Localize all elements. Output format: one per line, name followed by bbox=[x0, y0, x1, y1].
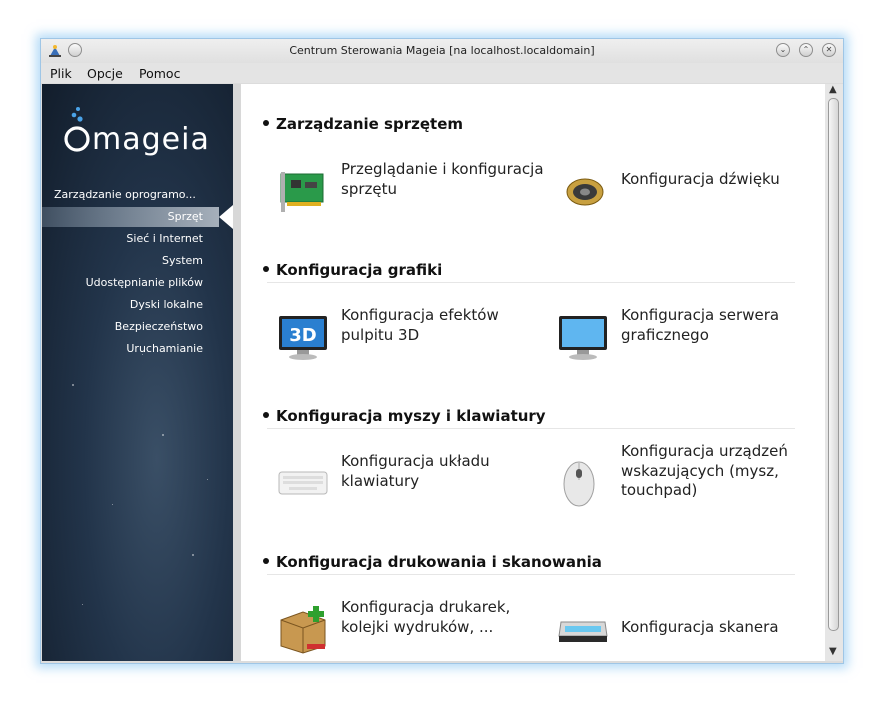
item-pointing-devices[interactable]: Konfiguracja urządzeń wskazujących (mysz… bbox=[557, 442, 825, 522]
mouse-icon bbox=[563, 461, 595, 507]
close-icon[interactable]: ✕ bbox=[822, 43, 836, 57]
item-label: Konfiguracja efektów pulpitu 3D bbox=[341, 306, 499, 344]
bullet-icon bbox=[263, 557, 269, 564]
bullet-icon bbox=[263, 411, 269, 418]
section-divider bbox=[267, 282, 795, 283]
section-title-mouse-keyboard: Konfiguracja myszy i klawiatury bbox=[263, 407, 546, 425]
star-decoration bbox=[207, 479, 208, 480]
item-label: Konfiguracja drukarek, kolejki wydruków,… bbox=[341, 598, 511, 636]
section-divider bbox=[267, 574, 795, 575]
star-decoration bbox=[112, 504, 113, 505]
section-title-text: Zarządzanie sprzętem bbox=[276, 115, 463, 133]
item-label: Konfiguracja urządzeń wskazujących (mysz… bbox=[621, 442, 788, 499]
speaker-icon bbox=[566, 178, 604, 206]
bullet-icon bbox=[263, 265, 269, 272]
window-title: Centrum Sterowania Mageia [na localhost.… bbox=[289, 44, 595, 57]
menu-options[interactable]: Opcje bbox=[87, 66, 123, 81]
section-title-text: Konfiguracja drukowania i skanowania bbox=[276, 553, 602, 571]
menu-help[interactable]: Pomoc bbox=[139, 66, 180, 81]
item-printer-config[interactable]: Konfiguracja drukarek, kolejki wydruków,… bbox=[277, 598, 547, 661]
title-bar[interactable]: Centrum Sterowania Mageia [na localhost.… bbox=[41, 39, 843, 63]
sidebar-item-software[interactable]: Zarządzanie oprogramo... bbox=[54, 188, 196, 201]
item-label: Konfiguracja skanera bbox=[621, 618, 779, 636]
star-decoration bbox=[192, 554, 194, 556]
section-title-graphics: Konfiguracja grafiki bbox=[263, 261, 442, 279]
mcc-window: Centrum Sterowania Mageia [na localhost.… bbox=[40, 38, 844, 664]
sidebar-splitter[interactable] bbox=[233, 84, 241, 661]
item-scanner-config[interactable]: Konfiguracja skanera bbox=[557, 598, 825, 661]
sidebar-item-network[interactable]: Sieć i Internet bbox=[126, 232, 203, 245]
minimize-icon[interactable]: ⌄ bbox=[776, 43, 790, 57]
sidebar-item-sharing[interactable]: Udostępnianie plików bbox=[86, 276, 203, 289]
content-panel: Zarządzanie sprzętem Przeglądanie i konf… bbox=[241, 84, 825, 661]
section-title-printing: Konfiguracja drukowania i skanowania bbox=[263, 553, 602, 571]
star-decoration bbox=[72, 384, 74, 386]
item-label: Konfiguracja układu klawiatury bbox=[341, 452, 490, 490]
section-title-text: Konfiguracja myszy i klawiatury bbox=[276, 407, 546, 425]
sidebar-item-hardware[interactable]: Sprzęt bbox=[168, 210, 203, 223]
item-label: Przeglądanie i konfiguracja sprzętu bbox=[341, 160, 544, 198]
printer-package-icon bbox=[280, 606, 326, 654]
sidebar-item-security[interactable]: Bezpieczeństwo bbox=[115, 320, 203, 333]
vertical-scrollbar[interactable]: ▲ ▼ bbox=[825, 84, 843, 661]
3d-monitor-icon: 3D bbox=[279, 316, 327, 360]
sidebar-item-system[interactable]: System bbox=[162, 254, 203, 267]
item-graphics-server[interactable]: Konfiguracja serwera graficznego bbox=[557, 306, 825, 370]
star-decoration bbox=[162, 434, 164, 436]
scroll-thumb[interactable] bbox=[828, 98, 839, 631]
section-divider bbox=[267, 428, 795, 429]
item-keyboard-layout[interactable]: Konfiguracja układu klawiatury bbox=[277, 452, 547, 516]
scanner-icon bbox=[558, 621, 608, 642]
item-label: Konfiguracja serwera graficznego bbox=[621, 306, 780, 344]
scroll-up-icon[interactable]: ▲ bbox=[829, 84, 837, 95]
section-title-text: Konfiguracja grafiki bbox=[276, 261, 443, 279]
section-title-hardware: Zarządzanie sprzętem bbox=[263, 115, 463, 133]
item-label: Konfiguracja dźwięku bbox=[621, 170, 780, 188]
scroll-down-icon[interactable]: ▼ bbox=[829, 646, 837, 657]
pci-card-icon bbox=[280, 172, 324, 212]
sidebar: mageia Zarządzanie oprogramo... Sprzęt S… bbox=[42, 84, 233, 661]
sidebar-item-disks[interactable]: Dyski lokalne bbox=[130, 298, 203, 311]
menu-file[interactable]: Plik bbox=[50, 66, 72, 81]
bullet-icon bbox=[263, 119, 269, 126]
item-sound-config[interactable]: Konfiguracja dźwięku bbox=[557, 160, 825, 224]
sidebar-item-boot[interactable]: Uruchamianie bbox=[126, 342, 203, 355]
maximize-icon[interactable]: ⌃ bbox=[799, 43, 813, 57]
item-3d-effects[interactable]: 3D Konfiguracja efektów pulpitu 3D bbox=[277, 306, 547, 370]
item-hardware-browse[interactable]: Przeglądanie i konfiguracja sprzętu bbox=[277, 160, 547, 224]
menu-bar: Plik Opcje Pomoc bbox=[41, 63, 843, 83]
star-decoration bbox=[82, 604, 83, 605]
monitor-icon bbox=[559, 316, 607, 360]
keyboard-icon bbox=[278, 471, 328, 495]
mageia-logo: mageia bbox=[62, 106, 222, 160]
3d-icon-text: 3D bbox=[289, 325, 316, 346]
nav-selection-arrow bbox=[219, 205, 233, 229]
logo-text: mageia bbox=[92, 122, 210, 157]
